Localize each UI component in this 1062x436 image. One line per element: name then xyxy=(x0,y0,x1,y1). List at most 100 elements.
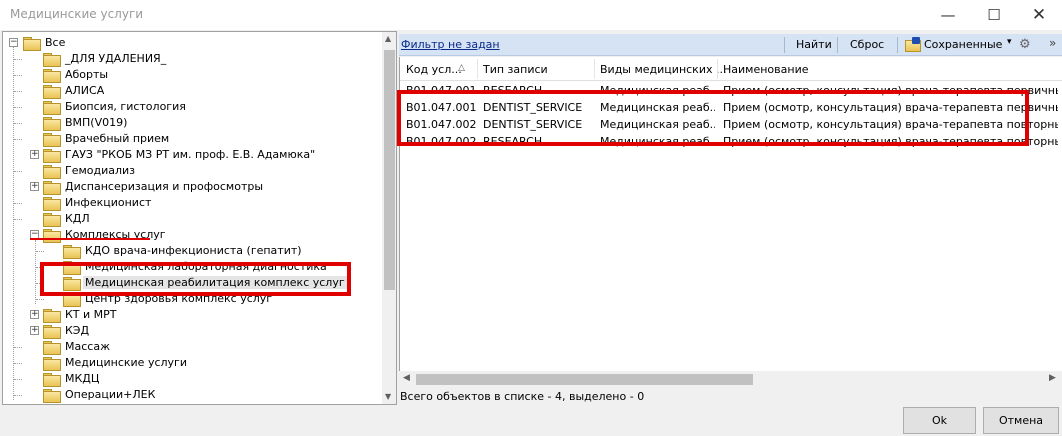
tree-guide-line xyxy=(14,203,22,204)
folder-icon xyxy=(43,69,61,83)
maximize-button[interactable]: ☐ xyxy=(971,0,1017,30)
folder-icon xyxy=(43,133,61,147)
reset-button[interactable]: Сброс xyxy=(850,38,884,51)
window-title: Медицинские услуги xyxy=(10,7,144,21)
tree-item-label[interactable]: АЛИСА xyxy=(63,84,106,97)
column-divider[interactable] xyxy=(594,59,595,79)
expand-icon[interactable]: + xyxy=(30,182,39,191)
tree-item-label[interactable]: _ДЛЯ УДАЛЕНИЯ_ xyxy=(63,52,168,65)
folder-icon xyxy=(43,197,61,211)
folder-icon xyxy=(43,53,61,67)
title-bar: Медицинские услуги — ☐ ✕ xyxy=(0,0,1062,30)
tree-scroll-thumb[interactable] xyxy=(384,50,395,290)
folder-icon xyxy=(43,213,61,227)
tree-item-label[interactable]: КЭД xyxy=(63,324,91,337)
tree-item-label[interactable]: Диспансеризация и профосмотры xyxy=(63,180,265,193)
column-header-code[interactable]: Код усл... xyxy=(406,63,462,76)
folder-icon xyxy=(43,101,61,115)
expand-icon[interactable]: + xyxy=(30,310,39,319)
tree-item-label[interactable]: ВМП(V019) xyxy=(63,116,129,129)
tree-guide-line xyxy=(36,251,44,252)
tree-item-label[interactable]: Операции+ЛЕК xyxy=(63,388,157,401)
folder-icon xyxy=(43,85,61,99)
tree-guide-line xyxy=(14,395,22,396)
tree-item-label[interactable]: ГАУЗ "РКОБ МЗ РТ им. проф. Е.В. Адамюка" xyxy=(63,148,317,161)
folder-icon xyxy=(43,389,61,403)
settings-tool-icon[interactable]: ⚙ xyxy=(1019,37,1031,52)
tree-item-label[interactable]: МКДЦ xyxy=(63,372,101,385)
toolbar-separator xyxy=(784,37,785,53)
tree-item-label[interactable]: Биопсия, гистология xyxy=(63,100,188,113)
tree-guide-line xyxy=(14,219,22,220)
folder-icon xyxy=(43,165,61,179)
folder-icon xyxy=(43,309,61,323)
saved-filters-button[interactable]: Сохраненные xyxy=(924,38,1002,51)
grid-header: Код усл... △ Тип записи Виды медицинских… xyxy=(400,57,1062,81)
folder-icon xyxy=(23,37,41,51)
annotation-underline xyxy=(30,238,150,240)
toolbar-separator xyxy=(897,37,898,53)
status-text: Всего объектов в списке - 4, выделено - … xyxy=(400,390,645,403)
tree-item-label[interactable]: КТ и МРТ xyxy=(63,308,119,321)
folder-icon xyxy=(43,149,61,163)
folder-icon xyxy=(43,117,61,131)
tree-guide-line xyxy=(14,139,22,140)
cancel-button[interactable]: Отмена xyxy=(983,407,1059,434)
annotation-highlight-box xyxy=(40,262,351,296)
tree-item-label[interactable]: Инфекционист xyxy=(63,196,153,209)
scroll-down-arrow-icon[interactable]: ▼ xyxy=(385,392,391,401)
tree-guide-line xyxy=(36,299,44,300)
tree-guide-line xyxy=(14,75,22,76)
tree-item-label[interactable]: Все xyxy=(43,36,67,49)
tree-scrollbar[interactable]: ▲ ▼ xyxy=(382,32,396,404)
scroll-up-arrow-icon[interactable]: ▲ xyxy=(385,34,391,43)
sort-ascending-icon[interactable]: △ xyxy=(458,63,465,73)
tree-item-label[interactable]: Врачебный прием xyxy=(63,132,171,145)
tree-guide-line xyxy=(14,347,22,348)
tree-item-label[interactable]: Медицинские услуги xyxy=(63,356,189,369)
tree-item-label[interactable]: КДО врача-инфекциониста (гепатит) xyxy=(83,244,304,257)
find-button[interactable]: Найти xyxy=(796,38,832,51)
tree-guide-line xyxy=(14,171,22,172)
filter-link[interactable]: Фильтр не задан xyxy=(401,38,500,51)
tree-item-label[interactable]: Аборты xyxy=(63,68,110,81)
column-header-record-type[interactable]: Тип записи xyxy=(483,63,548,76)
annotation-highlight-box xyxy=(397,90,1029,146)
tree-item-label[interactable]: КДЛ xyxy=(63,212,92,225)
tree-item-label[interactable]: Гемодиализ xyxy=(63,164,137,177)
expand-icon[interactable]: + xyxy=(30,150,39,159)
column-divider[interactable] xyxy=(477,59,478,79)
tree-guide-line xyxy=(14,91,22,92)
tree-item-label[interactable]: Массаж xyxy=(63,340,112,353)
chevron-down-icon[interactable]: ▾ xyxy=(1007,37,1012,47)
folder-icon xyxy=(43,181,61,195)
filter-toolbar: Фильтр не задан Найти Сброс Сохраненные … xyxy=(399,34,1062,56)
category-tree[interactable]: ▲ ▼ − Все _ДЛЯ УДАЛЕНИЯ_ Аборты АЛИСА Биопсия… xyxy=(2,31,397,405)
column-divider[interactable] xyxy=(717,59,718,79)
tree-guide-line xyxy=(14,107,22,108)
folder-icon xyxy=(43,325,61,339)
minimize-button[interactable]: — xyxy=(925,0,971,30)
tree-guide-line xyxy=(14,379,22,380)
close-button[interactable]: ✕ xyxy=(1016,0,1062,30)
scroll-left-arrow-icon[interactable]: ◀ xyxy=(403,373,410,383)
tree-guide-line xyxy=(14,59,22,60)
scroll-right-arrow-icon[interactable]: ▶ xyxy=(1049,373,1056,383)
collapse-icon[interactable]: − xyxy=(9,38,18,47)
folder-icon xyxy=(43,357,61,371)
tree-guide-line xyxy=(14,363,22,364)
expand-icon[interactable]: + xyxy=(30,326,39,335)
folder-icon xyxy=(43,373,61,387)
tree-guide-line xyxy=(14,123,22,124)
grid-scroll-thumb[interactable] xyxy=(416,374,753,385)
ok-button[interactable]: Ok xyxy=(903,407,976,434)
folder-icon xyxy=(43,341,61,355)
folder-icon xyxy=(63,245,81,259)
column-header-service-kind[interactable]: Виды медицинских ... xyxy=(600,63,726,76)
grid-horizontal-scrollbar[interactable]: ◀ ▶ xyxy=(399,371,1062,388)
saved-filters-icon[interactable] xyxy=(905,37,921,52)
toolbar-overflow-icon[interactable]: » xyxy=(1049,36,1056,50)
tree-guide-line xyxy=(35,240,36,304)
toolbar-separator xyxy=(837,37,838,53)
column-header-name[interactable]: Наименование xyxy=(723,63,808,76)
